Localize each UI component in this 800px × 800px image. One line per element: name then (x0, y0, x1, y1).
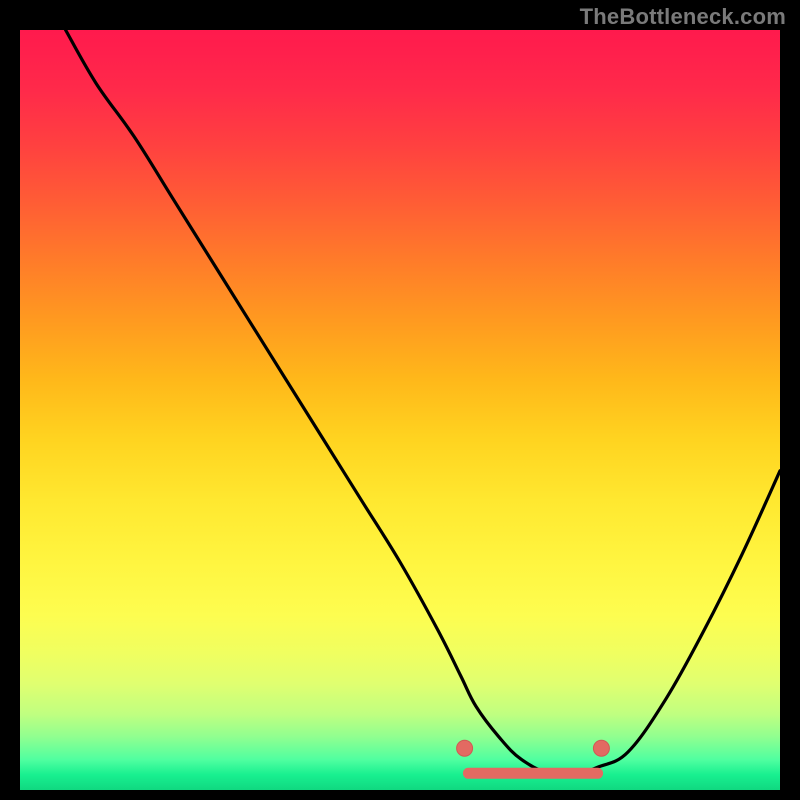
bottleneck-curve (66, 30, 780, 776)
optimal-range-marker-left (457, 740, 473, 756)
optimal-range-marker-right (593, 740, 609, 756)
plot-area (20, 30, 780, 790)
watermark-text: TheBottleneck.com (580, 4, 786, 30)
bottleneck-curve-svg (20, 30, 780, 790)
chart-container: TheBottleneck.com (0, 0, 800, 800)
